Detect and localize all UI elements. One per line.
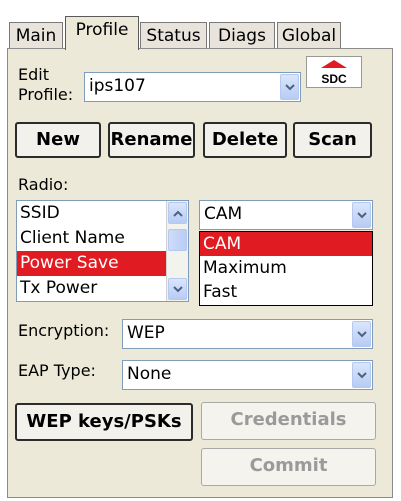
tab-status[interactable]: Status bbox=[140, 22, 207, 48]
eap-type-value: None bbox=[127, 364, 172, 384]
encryption-dropdown[interactable]: WEP bbox=[122, 319, 373, 349]
edit-profile-value: ips107 bbox=[89, 76, 146, 96]
window: Main Profile Status Diags Global Edit Pr… bbox=[0, 0, 401, 501]
eap-type-dropdown[interactable]: None bbox=[122, 360, 373, 390]
list-item[interactable]: Tx Power bbox=[17, 276, 188, 301]
credentials-button[interactable]: Credentials bbox=[201, 402, 376, 440]
sdc-logo: SDC bbox=[306, 56, 362, 88]
edit-profile-dropdown[interactable]: ips107 bbox=[84, 72, 301, 102]
scroll-thumb[interactable] bbox=[168, 229, 187, 251]
list-item[interactable]: Client Name bbox=[17, 226, 188, 251]
tab-main[interactable]: Main bbox=[9, 22, 63, 48]
power-save-options[interactable]: CAM Maximum Fast bbox=[199, 231, 373, 306]
tab-bar: Main Profile Status Diags Global bbox=[9, 16, 393, 50]
tab-global[interactable]: Global bbox=[277, 22, 341, 48]
option-cam[interactable]: CAM bbox=[200, 232, 372, 256]
edit-profile-label-line2: Profile: bbox=[18, 85, 74, 104]
svg-text:SDC: SDC bbox=[321, 72, 347, 86]
option-maximum[interactable]: Maximum bbox=[200, 256, 372, 280]
chevron-down-icon[interactable] bbox=[352, 202, 371, 228]
radio-list-scrollbar[interactable] bbox=[166, 201, 188, 301]
encryption-label: Encryption: bbox=[18, 321, 110, 340]
radio-settings-list[interactable]: SSID Client Name Power Save Tx Power bbox=[16, 200, 189, 302]
power-save-dropdown[interactable]: CAM bbox=[199, 200, 373, 230]
list-item-selected[interactable]: Power Save bbox=[17, 251, 166, 276]
rename-button[interactable]: Rename bbox=[108, 122, 195, 158]
eap-type-label: EAP Type: bbox=[18, 361, 96, 380]
delete-button[interactable]: Delete bbox=[203, 122, 287, 158]
chevron-down-icon bbox=[172, 285, 183, 292]
scroll-up-button[interactable] bbox=[168, 202, 187, 224]
radio-label: Radio: bbox=[18, 175, 69, 194]
scroll-down-button[interactable] bbox=[168, 278, 187, 300]
scan-button[interactable]: Scan bbox=[293, 122, 372, 158]
chevron-up-icon bbox=[172, 210, 183, 217]
tab-diags[interactable]: Diags bbox=[209, 22, 275, 48]
chevron-down-icon[interactable] bbox=[352, 321, 371, 347]
new-button[interactable]: New bbox=[15, 122, 101, 158]
edit-profile-label-line1: Edit bbox=[18, 65, 49, 84]
list-item[interactable]: SSID bbox=[17, 201, 188, 226]
commit-button[interactable]: Commit bbox=[201, 448, 376, 486]
encryption-value: WEP bbox=[127, 323, 165, 343]
chevron-down-icon[interactable] bbox=[352, 362, 371, 388]
wep-keys-button[interactable]: WEP keys/PSKs bbox=[15, 403, 193, 441]
option-fast[interactable]: Fast bbox=[200, 280, 372, 304]
tab-profile[interactable]: Profile bbox=[65, 16, 139, 50]
chevron-down-icon[interactable] bbox=[280, 74, 299, 100]
power-save-value: CAM bbox=[204, 204, 243, 224]
